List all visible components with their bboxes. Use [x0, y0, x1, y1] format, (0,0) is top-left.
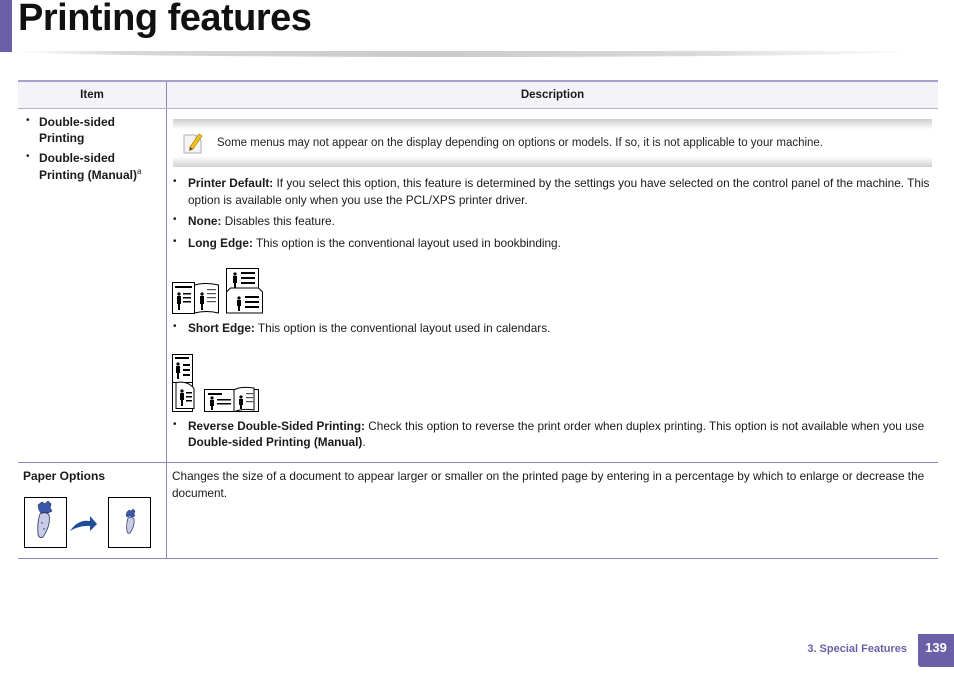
item-cell: Double-sided Printing Double-sided Print… — [18, 108, 167, 463]
note-pencil-icon — [183, 133, 203, 154]
paper-options-description: Changes the size of a document to appear… — [172, 468, 925, 501]
option-list-reverse: Reverse Double-Sided Printing: Check thi… — [172, 418, 932, 451]
note-text: Some menus may not appear on the display… — [217, 136, 824, 149]
description-cell: Changes the size of a document to appear… — [166, 462, 938, 559]
header-item: Item — [18, 80, 167, 109]
table-header-row: Item Description — [18, 80, 938, 109]
footnote-marker: a — [137, 166, 142, 176]
option-list-short: Short Edge: This option is the conventio… — [172, 320, 932, 337]
long-edge-portrait-flip-icon — [226, 268, 263, 314]
item-double-sided-printing-manual: Double-sided Printing (Manual)a — [23, 150, 161, 182]
footer-section-label: 3. Special Features — [807, 643, 907, 655]
option-short-edge: Short Edge: This option is the conventio… — [172, 320, 932, 337]
option-printer-default: Printer Default: If you select this opti… — [172, 175, 932, 208]
item-paper-options: Paper Options — [23, 468, 106, 483]
scale-arrow-icon — [70, 516, 97, 531]
table-row-paper-options: Paper Options Changes the size of a docu… — [18, 462, 938, 559]
option-reverse-double-sided: Reverse Double-Sided Printing: Check thi… — [172, 418, 932, 451]
table-row-double-sided: Double-sided Printing Double-sided Print… — [18, 108, 938, 463]
scale-figures — [23, 497, 161, 549]
item-cell: Paper Options — [18, 462, 167, 559]
option-list: Printer Default: If you select this opti… — [172, 175, 932, 251]
title-accent-bar — [0, 0, 12, 52]
title-divider — [12, 51, 917, 57]
short-edge-portrait-flip-icon — [172, 353, 195, 412]
option-none: None: Disables this feature. — [172, 213, 932, 230]
item-list: Double-sided Printing Double-sided Print… — [23, 114, 161, 183]
short-edge-landscape-book-icon — [204, 386, 259, 412]
option-long-edge: Long Edge: This option is the convention… — [172, 235, 932, 252]
long-edge-landscape-book-icon — [172, 282, 219, 315]
note-box: Some menus may not appear on the display… — [173, 119, 932, 167]
header-description: Description — [166, 80, 938, 109]
page-title: Printing features — [18, 0, 312, 39]
description-cell: Some menus may not appear on the display… — [166, 108, 938, 463]
printing-features-table: Item Description Double-sided Printing D… — [18, 80, 938, 559]
scale-original-page-icon — [24, 497, 67, 548]
short-edge-figures — [156, 342, 932, 418]
scale-reduced-page-icon — [108, 497, 151, 548]
item-double-sided-printing: Double-sided Printing — [23, 114, 161, 146]
page-number-badge: 139 — [918, 634, 954, 667]
long-edge-figures — [156, 256, 932, 320]
